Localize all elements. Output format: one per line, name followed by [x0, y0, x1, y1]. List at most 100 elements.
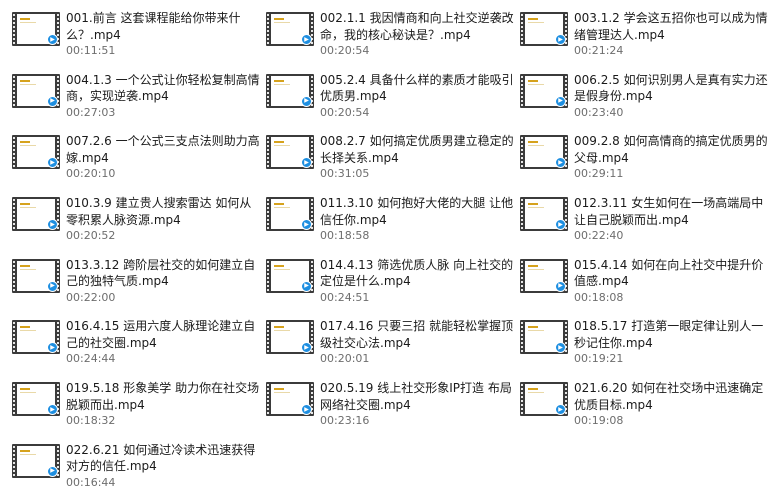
file-duration: 00:20:01: [320, 352, 370, 366]
file-duration: 00:23:40: [574, 105, 624, 119]
file-name: 022.6.21 如何通过冷读术迅速获得对方的信任.mp4: [66, 442, 256, 474]
file-item[interactable]: ▶ 022.6.21 如何通过冷读术迅速获得对方的信任.mp4 00:16:44: [12, 438, 266, 500]
file-duration: 00:16:44: [66, 475, 116, 489]
video-file-icon: ▶: [12, 197, 60, 232]
video-file-icon: ▶: [520, 320, 568, 355]
file-name: 009.2.8 如何高情商的搞定优质男的父母.mp4: [574, 134, 768, 165]
video-player-badge-icon: ▶: [47, 219, 58, 231]
file-duration: 00:18:08: [574, 290, 624, 304]
file-item[interactable]: ▶ 018.5.17 打造第一眼定律让别人一秒记住你.mp4 00:19:21: [520, 314, 774, 376]
video-file-icon: ▶: [266, 12, 314, 46]
video-file-icon: ▶: [12, 258, 60, 293]
file-item[interactable]: ▶ 007.2.6 一个公式三支点法则助力高嫁.mp4 00:20:10: [12, 129, 266, 191]
file-item[interactable]: ▶ 015.4.14 如何在向上社交中提升价值感.mp4 00:18:08: [520, 253, 774, 315]
video-file-icon: ▶: [266, 135, 314, 170]
file-duration: 00:27:03: [66, 105, 116, 119]
file-name: 014.4.13 筛选优质人脉 向上社交的定位是什么.mp4: [320, 257, 514, 289]
file-item[interactable]: ▶ 021.6.20 如何在社交场中迅速确定优质目标.mp4 00:19:08: [520, 376, 774, 438]
file-name: 006.2.5 如何识别男人是真有实力还是假身份.mp4: [574, 72, 768, 104]
video-player-badge-icon: ▶: [301, 280, 312, 292]
file-duration: 00:20:52: [66, 229, 116, 243]
file-name: 013.3.12 跨阶层社交的如何建立自己的独特气质.mp4: [66, 257, 256, 289]
file-duration: 00:29:11: [574, 167, 624, 181]
file-duration: 00:18:32: [66, 414, 116, 428]
file-item[interactable]: ▶ 016.4.15 运用六度人脉理论建立自己的社交圈.mp4 00:24:44: [12, 314, 266, 376]
file-name: 018.5.17 打造第一眼定律让别人一秒记住你.mp4: [574, 319, 764, 350]
file-name: 021.6.20 如何在社交场中迅速确定优质目标.mp4: [574, 381, 764, 412]
file-duration: 00:19:21: [574, 352, 624, 366]
file-item[interactable]: ▶ 011.3.10 如何抱好大佬的大腿 让他信任你.mp4 00:18:58: [266, 191, 520, 253]
video-player-badge-icon: ▶: [301, 34, 312, 45]
file-duration: 00:22:00: [66, 290, 116, 304]
file-name: 011.3.10 如何抱好大佬的大腿 让他信任你.mp4: [320, 196, 514, 227]
file-duration: 00:19:08: [574, 414, 624, 428]
video-player-badge-icon: ▶: [555, 280, 566, 292]
file-item[interactable]: ▶ 012.3.11 女生如何在一场高端局中让自己脱颖而出.mp4 00:22:4…: [520, 191, 774, 253]
file-duration: 00:20:10: [66, 167, 116, 181]
video-file-icon: ▶: [520, 12, 568, 46]
file-name: 008.2.7 如何搞定优质男建立稳定的长择关系.mp4: [320, 134, 514, 165]
video-file-icon: ▶: [266, 382, 314, 417]
video-file-icon: ▶: [12, 12, 60, 46]
video-player-badge-icon: ▶: [555, 95, 566, 107]
file-name: 016.4.15 运用六度人脉理论建立自己的社交圈.mp4: [66, 319, 256, 350]
file-duration: 00:18:58: [320, 229, 370, 243]
video-file-icon: ▶: [520, 135, 568, 170]
file-item[interactable]: ▶ 009.2.8 如何高情商的搞定优质男的父母.mp4 00:29:11: [520, 129, 774, 191]
video-player-badge-icon: ▶: [301, 95, 312, 107]
file-item[interactable]: ▶ 003.1.2 学会这五招你也可以成为情绪管理达人.mp4 00:21:24: [520, 6, 774, 68]
video-player-badge-icon: ▶: [47, 95, 58, 107]
video-player-badge-icon: ▶: [555, 219, 566, 231]
file-item[interactable]: ▶ 010.3.9 建立贵人搜索雷达 如何从零积累人脉资源.mp4 00:20:5…: [12, 191, 266, 253]
file-grid: ▶ 001.前言 这套课程能给你带来什么？.mp4 00:11:51 ▶ 002.…: [12, 6, 776, 500]
video-file-icon: ▶: [520, 73, 568, 108]
video-file-icon: ▶: [12, 73, 60, 108]
file-duration: 00:24:44: [66, 352, 116, 366]
file-name: 007.2.6 一个公式三支点法则助力高嫁.mp4: [66, 134, 260, 165]
video-file-icon: ▶: [520, 382, 568, 417]
video-file-icon: ▶: [520, 258, 568, 293]
file-name: 019.5.18 形象美学 助力你在社交场脱颖而出.mp4: [66, 381, 260, 412]
file-duration: 00:31:05: [320, 167, 370, 181]
file-item[interactable]: ▶ 002.1.1 我因情商和向上社交逆袭改命，我的核心秘诀是？.mp4 00:2…: [266, 6, 520, 68]
file-duration: 00:24:51: [320, 290, 370, 304]
video-file-icon: ▶: [12, 135, 60, 170]
video-player-badge-icon: ▶: [47, 34, 58, 45]
file-item[interactable]: ▶ 005.2.4 具备什么样的素质才能吸引优质男.mp4 00:20:54: [266, 68, 520, 130]
file-name: 002.1.1 我因情商和向上社交逆袭改命，我的核心秘诀是？.mp4: [320, 11, 514, 42]
video-player-badge-icon: ▶: [47, 280, 58, 292]
file-item[interactable]: ▶ 019.5.18 形象美学 助力你在社交场脱颖而出.mp4 00:18:32: [12, 376, 266, 438]
file-item[interactable]: ▶ 004.1.3 一个公式让你轻松复制高情商，实现逆袭.mp4 00:27:03: [12, 68, 266, 130]
video-file-icon: ▶: [266, 197, 314, 232]
file-item[interactable]: ▶ 020.5.19 线上社交形象IP打造 布局网络社交圈.mp4 00:23:1…: [266, 376, 520, 438]
video-file-icon: ▶: [12, 320, 60, 355]
video-file-icon: ▶: [266, 73, 314, 108]
file-item[interactable]: ▶ 017.4.16 只要三招 就能轻松掌握顶级社交心法.mp4 00:20:01: [266, 314, 520, 376]
file-item[interactable]: ▶ 001.前言 这套课程能给你带来什么？.mp4 00:11:51: [12, 6, 266, 68]
file-name: 001.前言 这套课程能给你带来什么？.mp4: [66, 11, 241, 42]
file-item[interactable]: ▶ 008.2.7 如何搞定优质男建立稳定的长择关系.mp4 00:31:05: [266, 129, 520, 191]
video-file-icon: ▶: [12, 382, 60, 417]
file-name: 010.3.9 建立贵人搜索雷达 如何从零积累人脉资源.mp4: [66, 196, 252, 227]
video-file-icon: ▶: [266, 258, 314, 293]
file-name: 004.1.3 一个公式让你轻松复制高情商，实现逆袭.mp4: [66, 72, 260, 104]
file-item[interactable]: ▶ 006.2.5 如何识别男人是真有实力还是假身份.mp4 00:23:40: [520, 68, 774, 130]
file-item[interactable]: ▶ 014.4.13 筛选优质人脉 向上社交的定位是什么.mp4 00:24:51: [266, 253, 520, 315]
file-duration: 00:11:51: [66, 44, 116, 57]
file-name: 020.5.19 线上社交形象IP打造 布局网络社交圈.mp4: [320, 381, 512, 412]
file-duration: 00:21:24: [574, 44, 624, 57]
file-name: 017.4.16 只要三招 就能轻松掌握顶级社交心法.mp4: [320, 319, 514, 350]
video-player-badge-icon: ▶: [555, 34, 566, 45]
file-name: 012.3.11 女生如何在一场高端局中让自己脱颖而出.mp4: [574, 196, 764, 227]
video-player-badge-icon: ▶: [47, 465, 58, 477]
video-file-icon: ▶: [520, 197, 568, 232]
file-duration: 00:23:16: [320, 414, 370, 428]
file-duration: 00:20:54: [320, 44, 370, 57]
file-name: 005.2.4 具备什么样的素质才能吸引优质男.mp4: [320, 72, 514, 104]
file-duration: 00:20:54: [320, 105, 370, 119]
file-item[interactable]: ▶ 013.3.12 跨阶层社交的如何建立自己的独特气质.mp4 00:22:00: [12, 253, 266, 315]
file-name: 003.1.2 学会这五招你也可以成为情绪管理达人.mp4: [574, 11, 768, 42]
file-name: 015.4.14 如何在向上社交中提升价值感.mp4: [574, 257, 764, 289]
video-file-icon: ▶: [266, 320, 314, 355]
video-file-icon: ▶: [12, 443, 60, 478]
